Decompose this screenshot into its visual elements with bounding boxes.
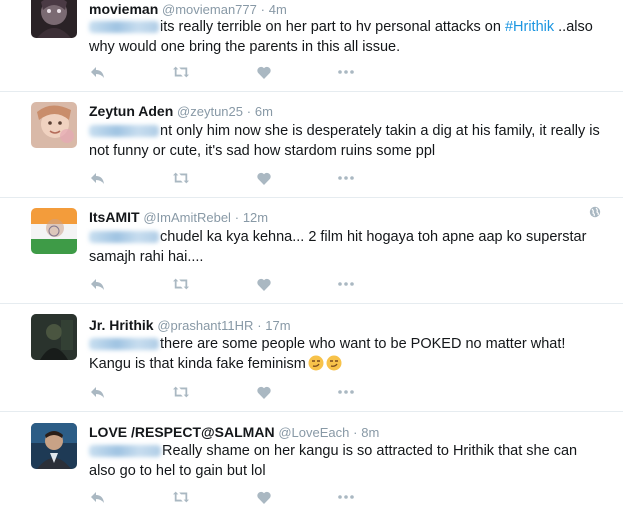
- retweet-icon[interactable]: [173, 170, 189, 186]
- retweet-icon[interactable]: [173, 489, 189, 505]
- tweet-feed: movieman @movieman777 · 4m its really te…: [0, 0, 623, 511]
- author-handle[interactable]: @movieman777: [162, 2, 257, 17]
- reply-icon[interactable]: [89, 489, 105, 505]
- timestamp[interactable]: 8m: [361, 425, 379, 440]
- avatar[interactable]: [31, 0, 77, 38]
- author-handle[interactable]: @LoveEach: [278, 425, 349, 440]
- retweet-icon[interactable]: [173, 64, 189, 80]
- more-dots-icon[interactable]: [338, 170, 354, 186]
- tweet-header: ItsAMIT @ImAmitRebel · 12m: [89, 208, 268, 227]
- more-dots-icon[interactable]: [338, 276, 354, 292]
- tweet-actions: [89, 64, 354, 80]
- blurred-mention: [89, 21, 159, 34]
- blurred-mention: [89, 231, 159, 244]
- heart-icon[interactable]: [256, 489, 272, 505]
- tweet-text: nt only him now she is desperately takin…: [89, 121, 601, 161]
- tweet-card[interactable]: movieman @movieman777 · 4m its really te…: [0, 0, 623, 92]
- tweet-actions: [89, 170, 354, 186]
- tweet-card[interactable]: ItsAMIT @ImAmitRebel · 12m chudel ka kya…: [0, 198, 623, 304]
- timestamp[interactable]: 4m: [269, 2, 287, 17]
- tweet-header: Zeytun Aden @zeytun25 · 6m: [89, 102, 273, 121]
- smirk-emoji-icon: [326, 355, 342, 371]
- blurred-mention: [89, 445, 161, 458]
- separator: ·: [234, 210, 240, 225]
- retweet-icon[interactable]: [173, 276, 189, 292]
- author-name[interactable]: ItsAMIT: [89, 209, 140, 225]
- tweet-actions: [89, 489, 354, 505]
- timestamp[interactable]: 6m: [255, 104, 273, 119]
- text-part: its really terrible on her part to hv pe…: [160, 19, 505, 35]
- reply-icon[interactable]: [89, 276, 105, 292]
- author-handle[interactable]: @prashant11HR: [157, 318, 253, 333]
- blurred-mention: [89, 125, 159, 138]
- more-dots-icon[interactable]: [338, 64, 354, 80]
- tweet-actions: [89, 276, 354, 292]
- tweet-header: LOVE /RESPECT@SALMAN @LoveEach · 8m: [89, 423, 379, 442]
- retweet-icon[interactable]: [173, 384, 189, 400]
- author-name[interactable]: Zeytun Aden: [89, 103, 173, 119]
- reply-icon[interactable]: [89, 384, 105, 400]
- timestamp[interactable]: 17m: [265, 318, 290, 333]
- tweet-header: Jr. Hrithik @prashant11HR · 17m: [89, 316, 291, 335]
- separator: ·: [246, 104, 252, 119]
- text-part: nt only him now she is desperately takin…: [89, 123, 600, 159]
- separator: ·: [260, 2, 265, 17]
- tweet-card[interactable]: LOVE /RESPECT@SALMAN @LoveEach · 8m Real…: [0, 412, 623, 522]
- more-dots-icon[interactable]: [338, 384, 354, 400]
- author-name[interactable]: LOVE /RESPECT@SALMAN: [89, 424, 275, 440]
- tweet-actions: [89, 384, 354, 400]
- tweet-card[interactable]: Jr. Hrithik @prashant11HR · 17m there ar…: [0, 304, 623, 412]
- avatar[interactable]: [31, 208, 77, 254]
- heart-icon[interactable]: [256, 170, 272, 186]
- timestamp[interactable]: 12m: [243, 210, 268, 225]
- heart-icon[interactable]: [256, 276, 272, 292]
- avatar[interactable]: [31, 314, 77, 360]
- text-part: chudel ka kya kehna... 2 film hit hogaya…: [89, 229, 587, 265]
- hashtag-link[interactable]: #Hrithik: [505, 19, 554, 35]
- globe-icon: [589, 205, 601, 218]
- author-handle[interactable]: @ImAmitRebel: [143, 210, 231, 225]
- tweet-card[interactable]: Zeytun Aden @zeytun25 · 6m nt only him n…: [0, 92, 623, 198]
- reply-icon[interactable]: [89, 170, 105, 186]
- text-part: Really shame on her kangu is so attracte…: [89, 443, 578, 479]
- avatar[interactable]: [31, 423, 77, 469]
- author-name[interactable]: movieman: [89, 1, 158, 17]
- smirk-emoji-icon: [308, 355, 324, 371]
- separator: ·: [257, 318, 262, 333]
- tweet-text: chudel ka kya kehna... 2 film hit hogaya…: [89, 227, 601, 267]
- reply-icon[interactable]: [89, 64, 105, 80]
- tweet-text: Really shame on her kangu is so attracte…: [89, 441, 601, 481]
- separator: ·: [353, 425, 358, 440]
- tweet-text: there are some people who want to be POK…: [89, 334, 601, 374]
- heart-icon[interactable]: [256, 384, 272, 400]
- author-name[interactable]: Jr. Hrithik: [89, 317, 154, 333]
- tweet-text: its really terrible on her part to hv pe…: [89, 17, 601, 57]
- more-dots-icon[interactable]: [338, 489, 354, 505]
- author-handle[interactable]: @zeytun25: [177, 104, 243, 119]
- blurred-mention: [89, 338, 159, 351]
- heart-icon[interactable]: [256, 64, 272, 80]
- avatar[interactable]: [31, 102, 77, 148]
